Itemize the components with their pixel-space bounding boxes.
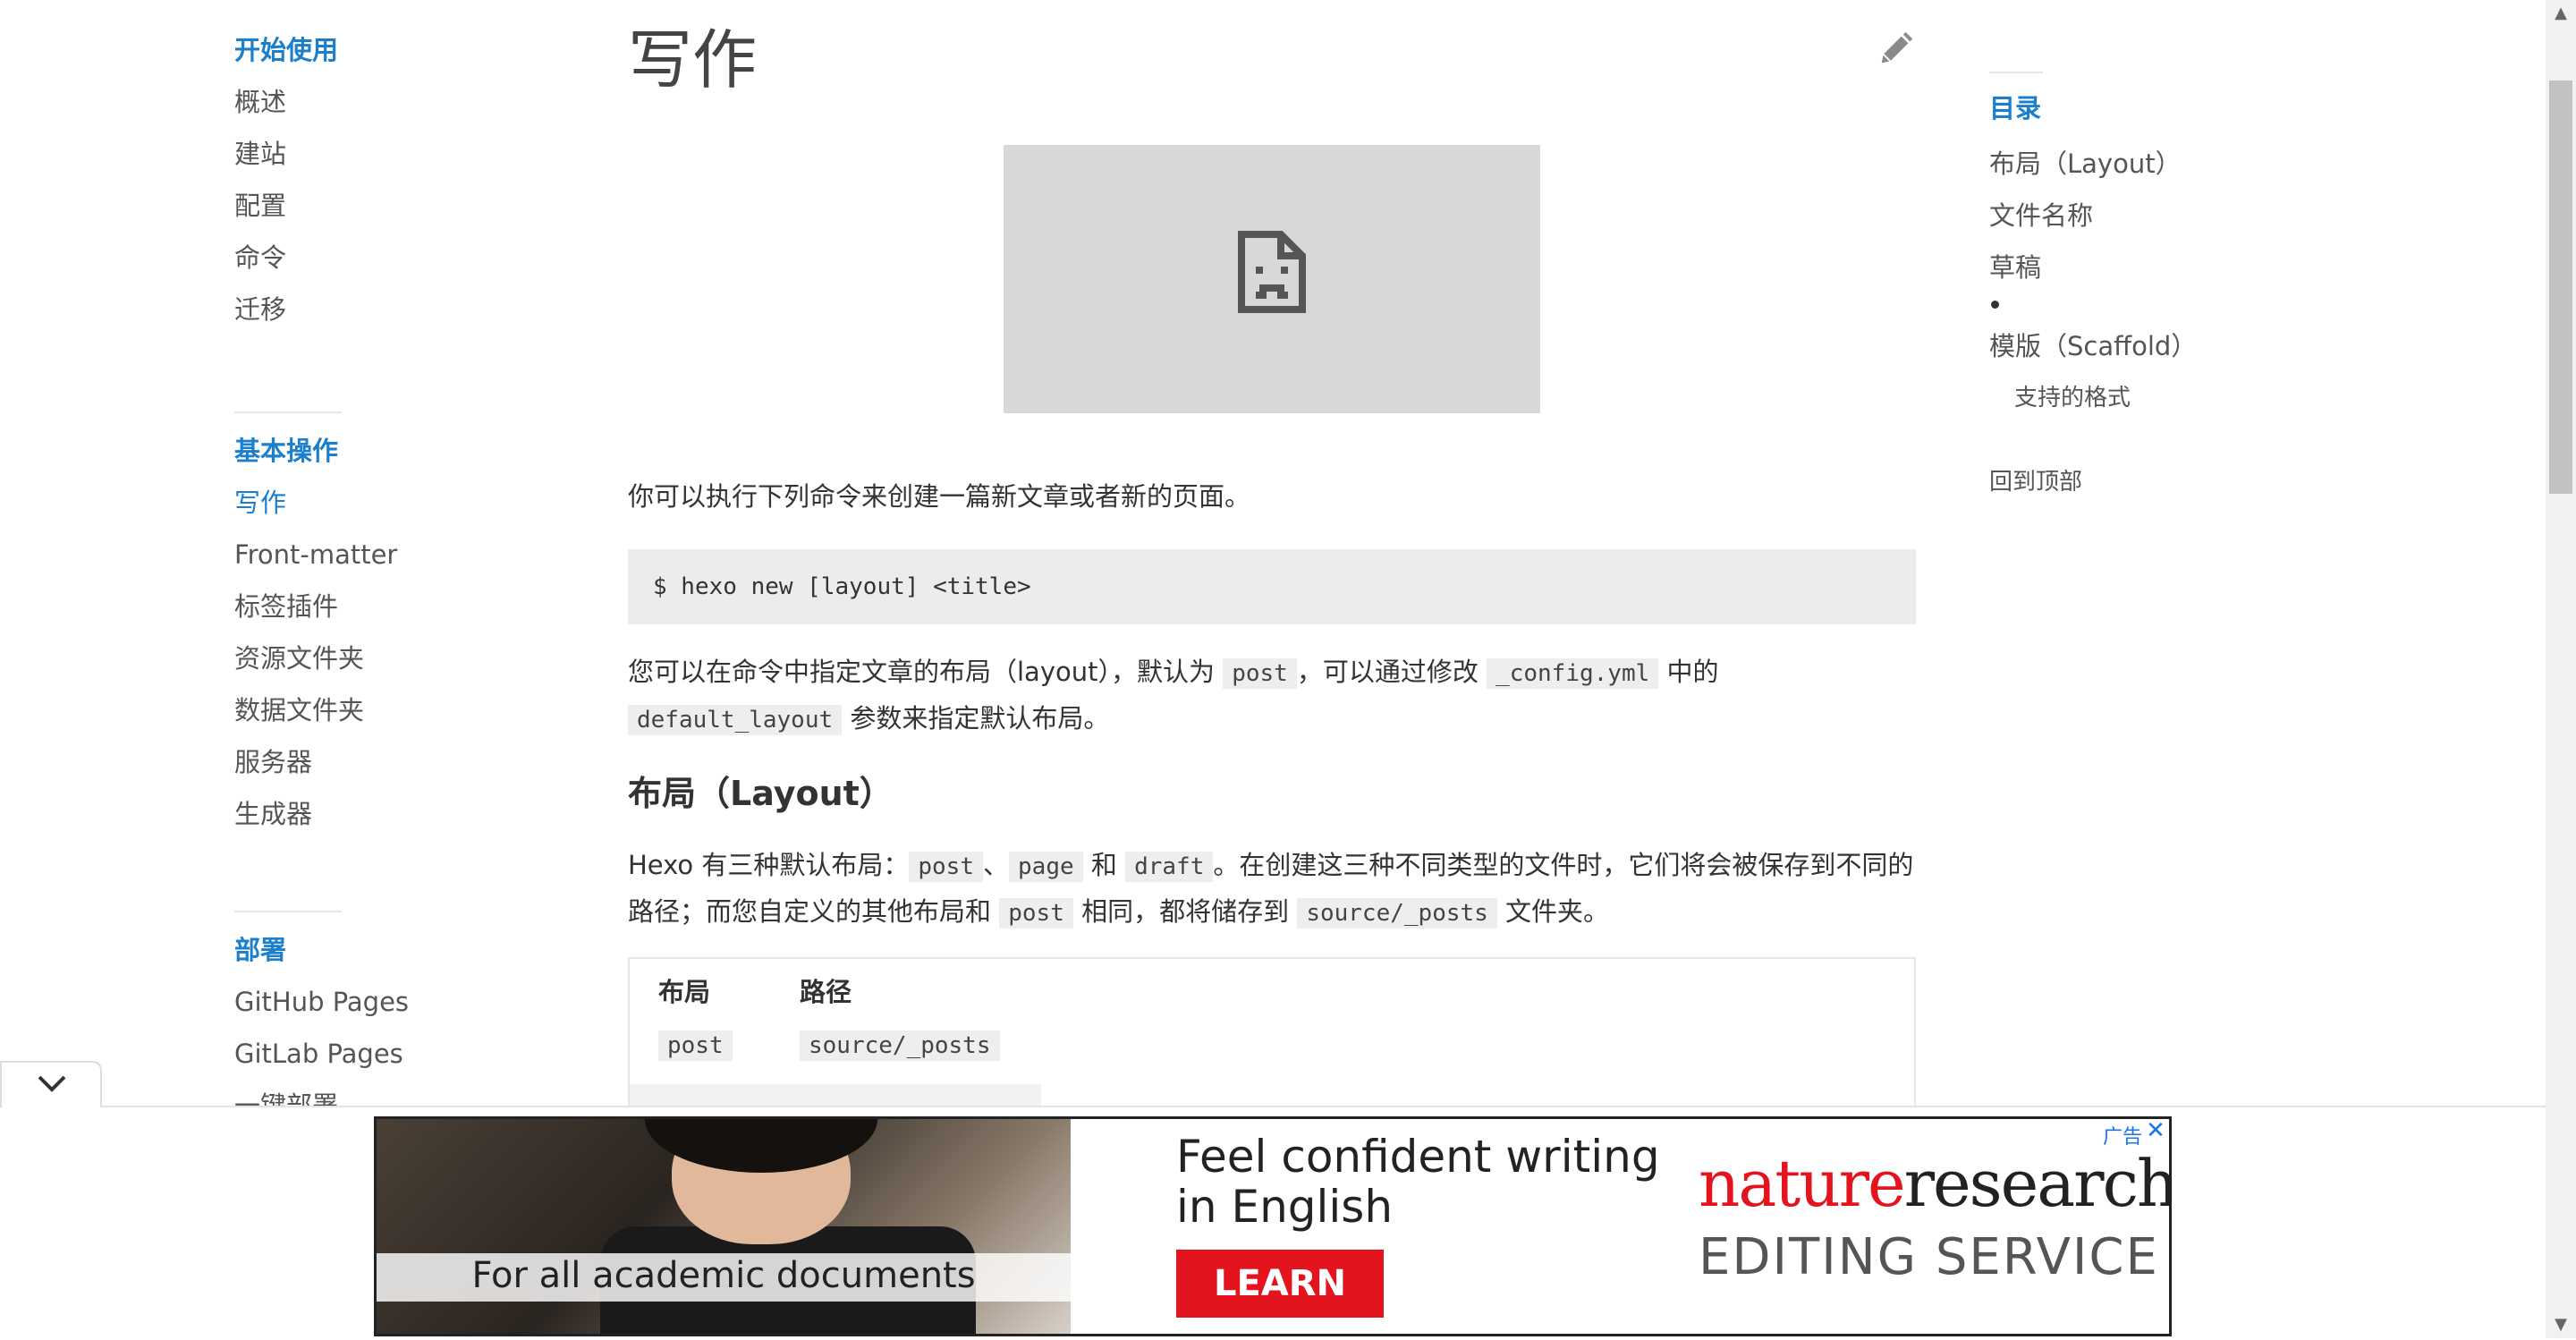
sidebar-section-basic-usage: 基本操作 写作 Front-matter 标签插件 资源文件夹 数据文件夹 服务…	[234, 411, 628, 848]
table-header-layout: 布局	[658, 977, 711, 1007]
toc-item-layout[interactable]: 布局（Layout）	[1989, 143, 2182, 181]
default-layouts-paragraph: Hexo 有三种默认布局： post、 page 和 draft 。在创建这三种不同类…	[628, 843, 1916, 936]
page-title: 写作	[628, 22, 758, 98]
scroll-up-arrow-icon[interactable]: ▲	[2546, 0, 2576, 27]
inline-code: post	[658, 1030, 733, 1061]
sidebar-item-server[interactable]: 服务器	[234, 744, 628, 796]
sidebar-item-commands[interactable]: 命令	[234, 240, 628, 292]
inline-code: post	[999, 898, 1073, 929]
sidebar-item-data-files[interactable]: 数据文件夹	[234, 692, 628, 744]
sidebar-section-title: 部署	[234, 935, 287, 965]
layout-heading: 布局（Layout）	[628, 774, 894, 813]
sidebar-item-migration[interactable]: 迁移	[234, 292, 628, 343]
back-to-top-link[interactable]: 回到顶部	[1989, 463, 2082, 496]
ad-photo: For all academic documents	[377, 1119, 1071, 1334]
sidebar-item-github-pages[interactable]: GitHub Pages	[234, 984, 628, 1036]
text-span: 和	[1090, 850, 1117, 880]
layout-paragraph: 您可以在命令中指定文章的布局（layout），默认为 post ，可以通过修改 _…	[628, 649, 1916, 742]
ad-headline-line: in English	[1176, 1181, 1394, 1233]
inline-code: draft	[1125, 852, 1214, 882]
toc-divider	[1989, 72, 2043, 73]
ad-banner[interactable]: For all academic documents Feel confiden…	[374, 1116, 2172, 1336]
page-scrollbar[interactable]: ▲ ▼	[2546, 0, 2576, 1338]
sidebar-item-tag-plugins[interactable]: 标签插件	[234, 589, 628, 640]
inline-code: post	[909, 852, 983, 882]
toc-item-scaffolds[interactable]: 模版（Scaffold）	[1989, 326, 2197, 363]
ad-headline-line: Feel confident writing	[1176, 1131, 1660, 1183]
text-span: 相同，都将储存到	[1081, 896, 1290, 927]
ad-collapse-button[interactable]	[0, 1061, 102, 1107]
ad-headline: Feel confident writing in English	[1176, 1132, 1677, 1232]
layout-table: 布局 路径 post source/_posts	[628, 957, 1916, 1120]
sidebar-section-title: 基本操作	[234, 436, 339, 466]
broken-image	[1004, 145, 1540, 413]
text-span: 、	[983, 850, 1010, 880]
inline-code: post	[1223, 658, 1297, 689]
toc-bullet	[1991, 301, 1999, 309]
inline-code: default_layout	[628, 705, 843, 735]
sidebar-item-front-matter[interactable]: Front-matter	[234, 537, 628, 589]
ad-brand-part: nature	[1699, 1146, 1906, 1221]
toc-title: 目录	[1989, 93, 2042, 123]
text-span: 参数来指定默认布局。	[850, 703, 1110, 734]
chevron-down-icon	[38, 1075, 66, 1092]
scroll-down-arrow-icon[interactable]: ▼	[2546, 1311, 2576, 1338]
sidebar-item-setup[interactable]: 建站	[234, 136, 628, 188]
table-cell: source/_posts	[800, 1030, 1000, 1061]
table-header-path: 路径	[800, 977, 852, 1007]
sidebar-divider	[234, 411, 342, 413]
sidebar-item-overview[interactable]: 概述	[234, 84, 628, 136]
sidebar-item-configuration[interactable]: 配置	[234, 188, 628, 240]
inline-code: source/_posts	[800, 1030, 1000, 1061]
inline-code: page	[1009, 852, 1083, 882]
sidebar-section-title: 开始使用	[234, 35, 339, 65]
close-icon[interactable]: ✕	[2144, 1119, 2167, 1142]
sidebar-section-getting-started: 开始使用 概述 建站 配置 命令 迁移	[234, 32, 628, 343]
table-cell: post	[658, 1030, 733, 1061]
toc-item-drafts[interactable]: 草稿	[1989, 247, 2041, 284]
text-span: 文件夹。	[1505, 896, 1610, 927]
pencil-icon[interactable]	[1877, 27, 1918, 72]
scrollbar-thumb[interactable]	[2549, 81, 2572, 494]
ad-label[interactable]: 广告	[2103, 1121, 2142, 1149]
toc-item-supported-formats[interactable]: 支持的格式	[2014, 379, 2131, 412]
inline-code: source/_posts	[1297, 898, 1497, 929]
command-code-block: $ hexo new [layout] <title>	[628, 549, 1916, 624]
text-span: 您可以在命令中指定文章的布局（layout），默认为	[628, 657, 1215, 687]
learn-more-button[interactable]: LEARN MORE	[1176, 1250, 1384, 1334]
text-span: ，可以通过修改	[1296, 657, 1479, 687]
ad-caption: For all academic documents	[471, 1255, 976, 1296]
intro-paragraph: 你可以执行下列命令来创建一篇新文章或者新的页面。	[628, 481, 1251, 512]
text-span: 中的	[1666, 657, 1719, 687]
ad-brand-part: research	[1903, 1146, 2172, 1221]
sidebar-item-writing[interactable]: 写作	[234, 485, 628, 537]
sidebar-item-asset-folders[interactable]: 资源文件夹	[234, 640, 628, 692]
toc-item-filename[interactable]: 文件名称	[1989, 195, 2093, 233]
sidebar-divider	[234, 911, 342, 912]
broken-image-icon	[1238, 231, 1306, 313]
ad-brand-subtitle: EDITING SERVICE	[1699, 1228, 2159, 1286]
sidebar-item-gitlab-pages[interactable]: GitLab Pages	[234, 1036, 628, 1088]
sidebar-item-generating[interactable]: 生成器	[234, 796, 628, 848]
ad-brand-logo: natureresearch	[1699, 1146, 2172, 1221]
inline-code: _config.yml	[1487, 658, 1659, 689]
text-span: Hexo 有三种默认布局：	[628, 850, 910, 880]
